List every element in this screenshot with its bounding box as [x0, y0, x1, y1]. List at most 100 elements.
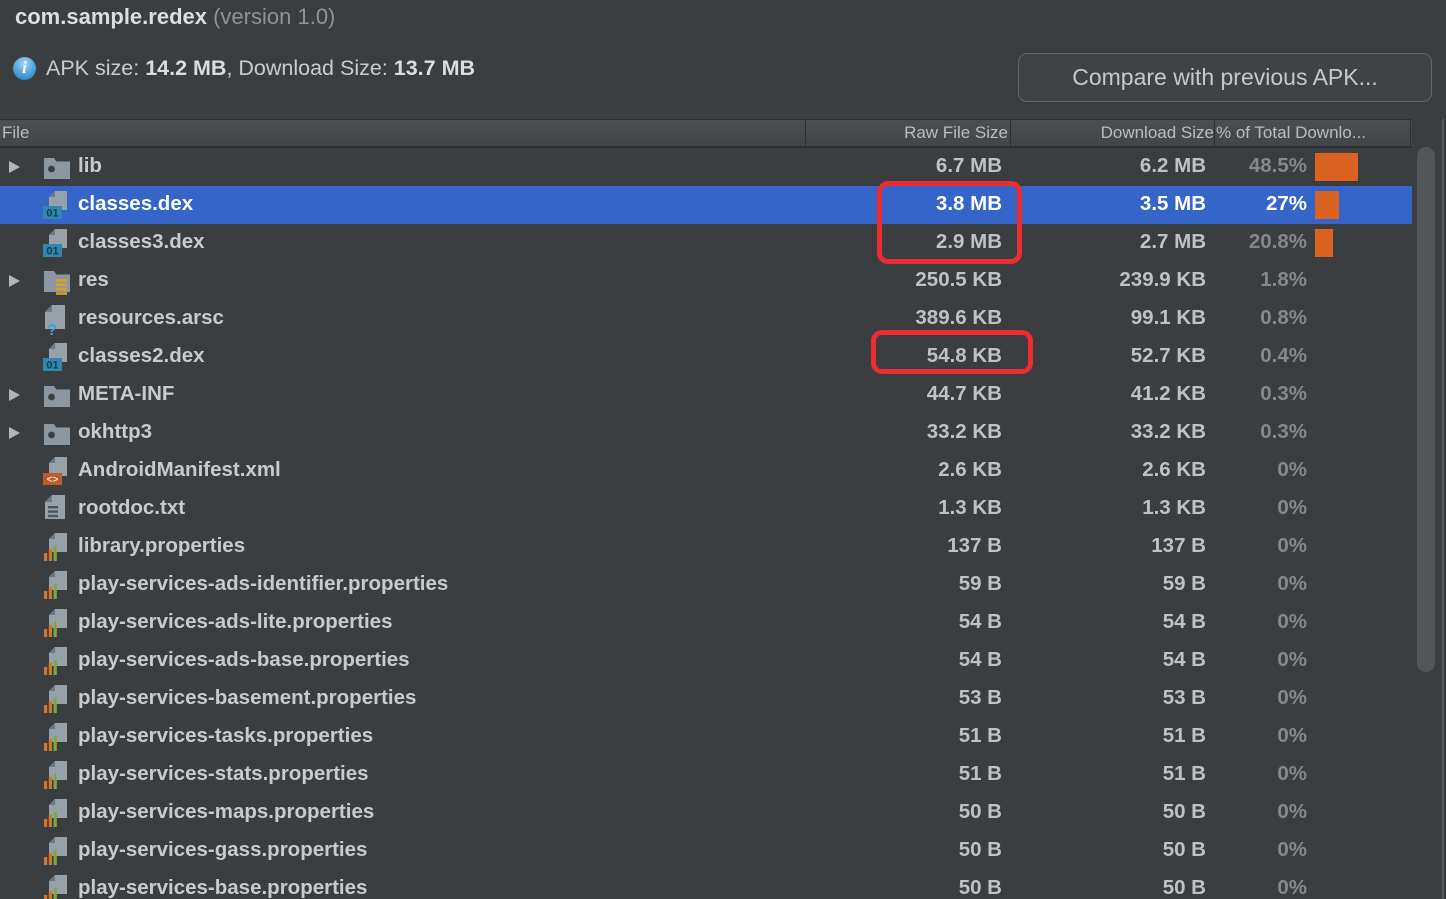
res-folder-icon: [43, 266, 71, 298]
file-tree-table: lib 6.7 MB 6.2 MB 48.5% 01 classes.dex 3…: [0, 148, 1446, 899]
table-row[interactable]: play-services-base.properties 50 B 50 B …: [0, 870, 1412, 899]
table-row[interactable]: play-services-ads-identifier.properties …: [0, 566, 1412, 604]
percent-bar: [1315, 153, 1358, 181]
column-header-download-size[interactable]: Download Size: [1011, 123, 1214, 143]
compare-with-previous-apk-button[interactable]: Compare with previous APK...: [1018, 53, 1432, 102]
apk-size-text: APK size: 14.2 MB, Download Size: 13.7 M…: [46, 56, 475, 81]
raw-file-size-value: 33.2 KB: [926, 420, 1002, 443]
percent-of-total-value: 0.8%: [1260, 306, 1307, 329]
table-row[interactable]: play-services-maps.properties 50 B 50 B …: [0, 794, 1412, 832]
svg-text:01: 01: [46, 246, 58, 258]
table-header: File Raw File Size Download Size % of To…: [0, 119, 1412, 148]
panel-right-border: [1442, 119, 1444, 899]
expand-arrow-icon[interactable]: [9, 427, 20, 439]
file-name: META-INF: [78, 382, 175, 405]
svg-text:01: 01: [46, 360, 58, 372]
apk-package-name: com.sample.redex: [15, 4, 207, 29]
file-name: play-services-maps.properties: [78, 800, 375, 823]
properties-file-icon: [43, 608, 71, 640]
expand-arrow-icon[interactable]: [9, 161, 20, 173]
dex-file-icon: 01: [43, 228, 71, 260]
percent-of-total-value: 0.4%: [1260, 344, 1307, 367]
file-name: play-services-ads-base.properties: [78, 648, 410, 671]
percent-of-total-value: 0%: [1277, 724, 1307, 747]
column-divider[interactable]: [805, 120, 806, 146]
file-name: play-services-tasks.properties: [78, 724, 374, 747]
download-size-label: , Download Size:: [226, 55, 394, 80]
table-row[interactable]: play-services-basement.properties 53 B 5…: [0, 680, 1412, 718]
table-row[interactable]: lib 6.7 MB 6.2 MB 48.5%: [0, 148, 1412, 186]
percent-of-total-value: 0%: [1277, 800, 1307, 823]
percent-of-total-value: 27%: [1265, 192, 1307, 215]
svg-text:?: ?: [47, 322, 57, 336]
expand-arrow-icon[interactable]: [9, 275, 20, 287]
table-row[interactable]: 01 classes3.dex 2.9 MB 2.7 MB 20.8%: [0, 224, 1412, 262]
apk-size-label: APK size:: [46, 55, 146, 80]
table-row[interactable]: 01 classes.dex 3.8 MB 3.5 MB 27%: [0, 186, 1412, 224]
percent-of-total-value: 0%: [1277, 686, 1307, 709]
file-name: play-services-base.properties: [78, 876, 368, 899]
annotation-box-raw-sizes: [877, 181, 1022, 264]
file-name: resources.arsc: [78, 306, 224, 329]
raw-file-size-value: 50 B: [958, 838, 1002, 861]
column-divider[interactable]: [1410, 120, 1411, 146]
column-header-percent-of-total-download[interactable]: % of Total Downlo...: [1216, 123, 1412, 143]
table-row[interactable]: play-services-stats.properties 51 B 51 B…: [0, 756, 1412, 794]
unknown-file-icon: ?: [43, 304, 71, 339]
properties-file-icon: [43, 570, 71, 602]
info-icon: i: [13, 56, 36, 80]
percent-of-total-value: 0.3%: [1260, 382, 1307, 405]
percent-of-total-value: 0%: [1277, 572, 1307, 595]
raw-file-size-value: 59 B: [958, 572, 1002, 595]
table-row[interactable]: play-services-tasks.properties 51 B 51 B…: [0, 718, 1412, 756]
column-divider[interactable]: [1010, 120, 1011, 146]
raw-file-size-value: 137 B: [947, 534, 1002, 557]
file-name: play-services-ads-identifier.properties: [78, 572, 449, 595]
table-row[interactable]: ? resources.arsc 389.6 KB 99.1 KB 0.8%: [0, 300, 1412, 339]
percent-of-total-value: 0%: [1277, 496, 1307, 519]
file-name: play-services-gass.properties: [78, 838, 368, 861]
raw-file-size-value: 51 B: [958, 724, 1002, 747]
raw-file-size-value: 1.3 KB: [938, 496, 1002, 519]
table-row[interactable]: <> AndroidManifest.xml 2.6 KB 2.6 KB 0%: [0, 452, 1412, 490]
table-row[interactable]: rootdoc.txt 1.3 KB 1.3 KB 0%: [0, 490, 1412, 528]
dex-file-icon: 01: [43, 342, 71, 374]
svg-text:<>: <>: [47, 475, 59, 486]
table-row[interactable]: okhttp3 33.2 KB 33.2 KB 0.3%: [0, 414, 1412, 452]
table-row[interactable]: res 250.5 KB 239.9 KB 1.8%: [0, 262, 1412, 300]
table-row[interactable]: 01 classes2.dex 54.8 KB 52.7 KB 0.4%: [0, 338, 1412, 376]
vertical-scrollbar-thumb[interactable]: [1417, 147, 1435, 672]
table-row[interactable]: play-services-gass.properties 50 B 50 B …: [0, 832, 1412, 870]
raw-file-size-value: 53 B: [958, 686, 1002, 709]
percent-bar: [1315, 191, 1339, 219]
percent-of-total-value: 0%: [1277, 762, 1307, 785]
table-row[interactable]: library.properties 137 B 137 B 0%: [0, 528, 1412, 566]
folder-icon: [43, 380, 71, 412]
column-divider[interactable]: [1214, 120, 1215, 146]
column-header-file[interactable]: File: [2, 123, 29, 143]
svg-text:01: 01: [46, 208, 58, 220]
percent-of-total-value: 0%: [1277, 876, 1307, 899]
file-name: play-services-basement.properties: [78, 686, 417, 709]
properties-file-icon: [43, 532, 71, 564]
raw-file-size-value: 44.7 KB: [926, 382, 1002, 405]
properties-file-icon: [43, 646, 71, 678]
percent-of-total-value: 0%: [1277, 838, 1307, 861]
percent-of-total-value: 1.8%: [1260, 268, 1307, 291]
apk-version: (version 1.0): [213, 4, 336, 29]
text-file-icon: [43, 494, 71, 526]
properties-file-icon: [43, 722, 71, 754]
table-row[interactable]: play-services-ads-base.properties 54 B 5…: [0, 642, 1412, 680]
properties-file-icon: [43, 760, 71, 792]
column-header-raw-file-size[interactable]: Raw File Size: [805, 123, 1008, 143]
percent-of-total-value: 0%: [1277, 610, 1307, 633]
properties-file-icon: [43, 798, 71, 830]
properties-file-icon: [43, 836, 71, 868]
apk-size-value: 14.2 MB: [145, 55, 227, 80]
dex-file-icon: 01: [43, 190, 71, 222]
table-row[interactable]: play-services-ads-lite.properties 54 B 5…: [0, 604, 1412, 642]
expand-arrow-icon[interactable]: [9, 389, 20, 401]
download-size-value: 13.7 MB: [393, 55, 476, 80]
file-name: rootdoc.txt: [78, 496, 186, 519]
table-row[interactable]: META-INF 44.7 KB 41.2 KB 0.3%: [0, 376, 1412, 414]
